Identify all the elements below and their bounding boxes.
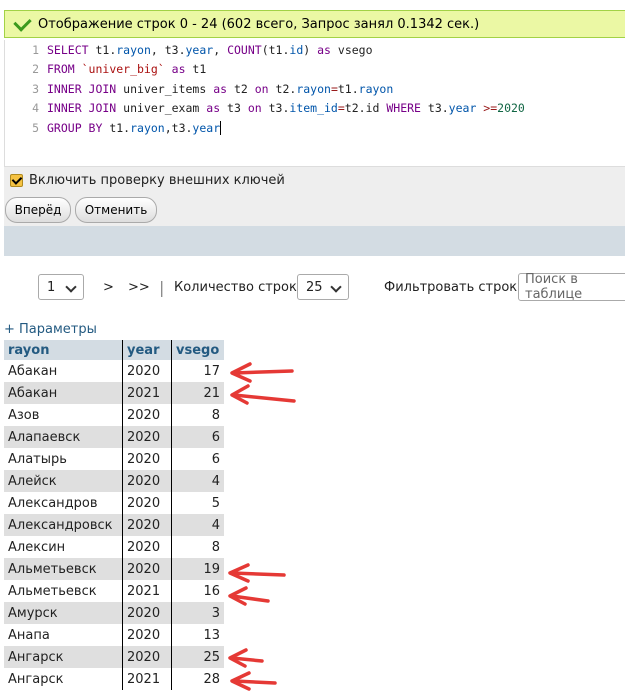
annotation-arrows [228,362,296,691]
red-arrow-icon [228,648,264,668]
red-arrow-icon [230,384,296,405]
red-arrow-icon [228,586,270,606]
red-arrow-icon [228,563,286,583]
red-arrow-icon [230,671,277,691]
red-arrow-icon [230,362,294,383]
